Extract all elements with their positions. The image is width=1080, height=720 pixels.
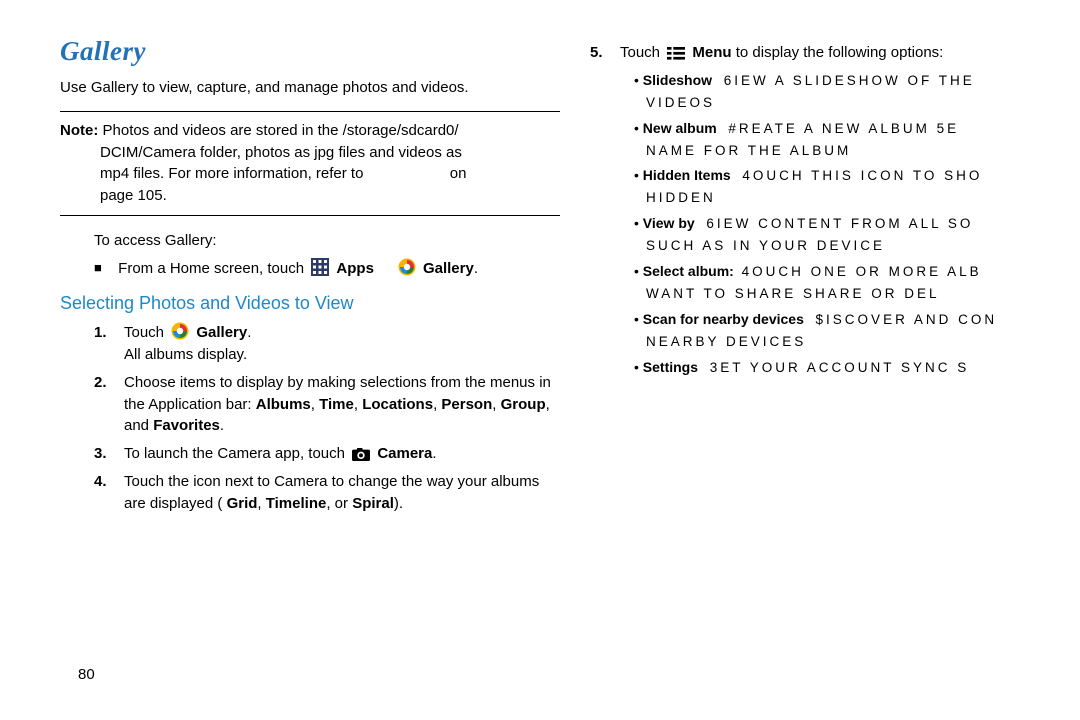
time-label: Time xyxy=(319,396,354,413)
gallery-label-2: Gallery xyxy=(196,324,247,341)
opt-new-album: • New album #REATE A NEW ALBUM 5ENAME FO… xyxy=(620,118,1080,162)
step1b: All albums display. xyxy=(124,346,247,363)
step-5: 5. Touch Menu to display the following o… xyxy=(590,42,1080,64)
period-1: . xyxy=(474,260,478,277)
step5b: to display the following options: xyxy=(736,44,944,61)
menu-label: Menu xyxy=(692,44,731,61)
step-4: 4. Touch the icon next to Camera to chan… xyxy=(60,471,560,515)
opt-slideshow: • Slideshow 6IEW A SLIDESHOW OF THEVIDEO… xyxy=(620,70,1080,114)
grid-label: Grid xyxy=(227,495,258,512)
opt-settings: • Settings 3ET YOUR ACCOUNT SYNC S xyxy=(620,357,1080,379)
note-line5: page 105. xyxy=(100,187,167,204)
locations-label: Locations xyxy=(362,396,433,413)
note-line2: DCIM/Camera folder, photos as jpg files … xyxy=(100,144,462,161)
gallery-icon xyxy=(398,258,416,276)
step5a: Touch xyxy=(620,44,664,61)
note-line3: mp4 files. For more information, refer t… xyxy=(100,165,363,182)
note-line4: on xyxy=(450,165,467,182)
step1-touch: Touch xyxy=(124,324,168,341)
opt-select-album: • Select album: 4OUCH ONE OR MORE ALBWAN… xyxy=(620,261,1080,305)
camera-label: Camera xyxy=(377,445,432,462)
note-line1: Photos and videos are stored in the /sto… xyxy=(103,122,459,139)
options-list: • Slideshow 6IEW A SLIDESHOW OF THEVIDEO… xyxy=(590,70,1080,379)
step4a: Touch the icon next to Camera to change … xyxy=(124,473,539,512)
camera-icon xyxy=(352,446,370,464)
timeline-label: Timeline xyxy=(266,495,327,512)
step3a: To launch the Camera app, touch xyxy=(124,445,349,462)
gallery-intro: Use Gallery to view, capture, and manage… xyxy=(60,77,560,99)
favorites-label: Favorites xyxy=(153,417,220,434)
opt-hidden: • Hidden Items 4OUCH THIS ICON TO SHOHID… xyxy=(620,165,1080,209)
group-label: Group xyxy=(501,396,546,413)
from-home-row: From a Home screen, touch Apps xyxy=(60,258,560,280)
apps-icon xyxy=(311,258,329,276)
note-box: Note: Photos and videos are stored in th… xyxy=(60,111,560,216)
albums-label: Albums xyxy=(256,396,311,413)
step4e: ). xyxy=(394,495,403,512)
right-column: 5. Touch Menu to display the following o… xyxy=(590,36,1080,383)
apps-label: Apps xyxy=(336,260,374,277)
gallery-icon-2 xyxy=(171,322,189,340)
person-label: Person xyxy=(441,396,492,413)
step-2: 2. Choose items to display by making sel… xyxy=(60,372,560,437)
step-1: 1. Touch Gallery. All albums display. xyxy=(60,322,560,366)
from-home-text: From a Home screen, touch xyxy=(118,260,308,277)
note-label: Note: xyxy=(60,122,98,139)
access-label: To access Gallery: xyxy=(60,230,560,252)
opt-scan: • Scan for nearby devices $ISCOVER AND C… xyxy=(620,309,1080,353)
spiral-label: Spiral xyxy=(352,495,394,512)
menu-icon xyxy=(667,45,685,63)
opt-view-by: • View by 6IEW CONTENT FROM ALL SOSUCH A… xyxy=(620,213,1080,257)
step-3: 3. To launch the Camera app, touch Camer… xyxy=(60,443,560,465)
page: Gallery Use Gallery to view, capture, an… xyxy=(0,0,1080,720)
left-column: Gallery Use Gallery to view, capture, an… xyxy=(60,36,560,520)
gallery-label-1: Gallery xyxy=(423,260,474,277)
gallery-heading: Gallery xyxy=(60,36,560,67)
subheading: Selecting Photos and Videos to View xyxy=(60,293,560,314)
page-number: 80 xyxy=(78,666,95,683)
